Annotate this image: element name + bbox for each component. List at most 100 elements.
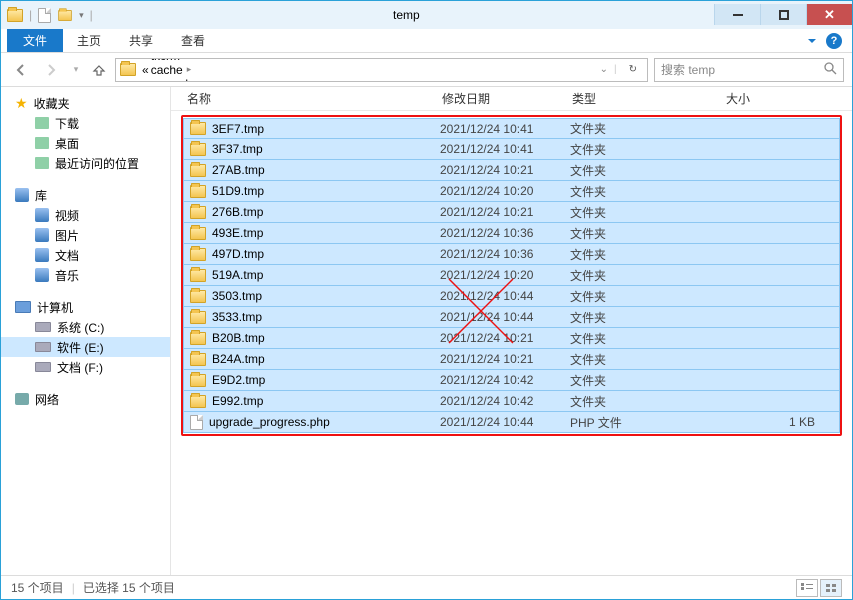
- folder-icon: [190, 332, 206, 345]
- col-name[interactable]: 名称: [187, 90, 442, 107]
- file-row[interactable]: 51D9.tmp2021/12/24 10:20文件夹: [183, 181, 840, 202]
- file-date: 2021/12/24 10:44: [440, 310, 570, 324]
- file-date: 2021/12/24 10:42: [440, 373, 570, 387]
- address-dropdown-icon[interactable]: ⌄: [600, 64, 608, 75]
- view-details-button[interactable]: [796, 579, 818, 597]
- file-date: 2021/12/24 10:41: [440, 142, 570, 156]
- tree-computer[interactable]: 计算机: [1, 297, 170, 317]
- network-icon: [15, 393, 29, 405]
- file-row[interactable]: upgrade_progress.php2021/12/24 10:44PHP …: [183, 412, 840, 433]
- file-row[interactable]: 3F37.tmp2021/12/24 10:41文件夹: [183, 139, 840, 160]
- file-type: 文件夹: [570, 351, 678, 368]
- column-headers[interactable]: 名称 修改日期 类型 大小: [171, 87, 852, 111]
- folder-icon: [190, 290, 206, 303]
- tab-share[interactable]: 共享: [115, 29, 167, 52]
- file-type: 文件夹: [570, 372, 678, 389]
- search-placeholder: 搜索 temp: [661, 61, 715, 78]
- col-date[interactable]: 修改日期: [442, 90, 572, 107]
- maximize-button[interactable]: [760, 4, 806, 25]
- navigation-tree[interactable]: ★收藏夹 下载桌面最近访问的位置 库 视频图片文档音乐 计算机 系统 (C:)软…: [1, 87, 171, 575]
- breadcrumb-segment[interactable]: cache▸: [151, 63, 214, 77]
- tree-item[interactable]: 软件 (E:): [1, 337, 170, 357]
- folder-icon: [190, 122, 206, 135]
- file-type: PHP 文件: [570, 414, 678, 431]
- address-box[interactable]: « WWW▸tkcrm▸cache▸upgrades▸temp▸ ⌄ | ↻: [115, 58, 648, 82]
- nav-back-button[interactable]: [9, 58, 33, 82]
- tree-favorites[interactable]: ★收藏夹: [1, 93, 170, 113]
- tree-item[interactable]: 文档: [1, 245, 170, 265]
- file-type: 文件夹: [570, 162, 678, 179]
- file-type: 文件夹: [570, 330, 678, 347]
- folder-icon: [190, 248, 206, 261]
- help-icon[interactable]: ?: [826, 33, 842, 49]
- file-row[interactable]: B24A.tmp2021/12/24 10:21文件夹: [183, 349, 840, 370]
- window-controls: ✕: [714, 5, 852, 25]
- library-icon: [35, 268, 49, 282]
- refresh-button[interactable]: ↻: [623, 64, 643, 75]
- properties-icon[interactable]: [38, 8, 51, 23]
- file-row[interactable]: 493E.tmp2021/12/24 10:36文件夹: [183, 223, 840, 244]
- file-name: 3EF7.tmp: [212, 122, 264, 136]
- tab-view[interactable]: 查看: [167, 29, 219, 52]
- nav-up-button[interactable]: [89, 60, 109, 80]
- arrow-left-icon: [13, 62, 29, 78]
- file-type: 文件夹: [570, 246, 678, 263]
- file-name: 27AB.tmp: [212, 163, 265, 177]
- file-date: 2021/12/24 10:36: [440, 247, 570, 261]
- tree-item[interactable]: 图片: [1, 225, 170, 245]
- tree-network[interactable]: 网络: [1, 389, 170, 409]
- file-row[interactable]: E992.tmp2021/12/24 10:42文件夹: [183, 391, 840, 412]
- file-row[interactable]: 497D.tmp2021/12/24 10:36文件夹: [183, 244, 840, 265]
- item-count: 15 个项目: [11, 579, 64, 596]
- tree-item[interactable]: 系统 (C:): [1, 317, 170, 337]
- col-size[interactable]: 大小: [680, 90, 780, 107]
- tree-item[interactable]: 音乐: [1, 265, 170, 285]
- file-row[interactable]: 3503.tmp2021/12/24 10:44文件夹: [183, 286, 840, 307]
- library-icon: [35, 228, 49, 242]
- expand-ribbon-icon[interactable]: [808, 39, 816, 43]
- file-name: 51D9.tmp: [212, 184, 264, 198]
- tree-libraries[interactable]: 库: [1, 185, 170, 205]
- library-icon: [35, 208, 49, 222]
- file-size: 1 KB: [678, 415, 839, 429]
- file-date: 2021/12/24 10:20: [440, 184, 570, 198]
- file-row[interactable]: 519A.tmp2021/12/24 10:20文件夹: [183, 265, 840, 286]
- file-row[interactable]: 276B.tmp2021/12/24 10:21文件夹: [183, 202, 840, 223]
- file-row[interactable]: B20B.tmp2021/12/24 10:21文件夹: [183, 328, 840, 349]
- folder-icon: [190, 143, 206, 156]
- close-button[interactable]: ✕: [806, 4, 852, 25]
- search-icon: [823, 61, 837, 78]
- breadcrumb-segment[interactable]: upgrades▸: [151, 77, 214, 82]
- qat-divider: |: [90, 8, 93, 22]
- file-tab[interactable]: 文件: [7, 29, 63, 52]
- file-row[interactable]: E9D2.tmp2021/12/24 10:42文件夹: [183, 370, 840, 391]
- file-name: 519A.tmp: [212, 268, 263, 282]
- file-name: upgrade_progress.php: [209, 415, 330, 429]
- file-row[interactable]: 3533.tmp2021/12/24 10:44文件夹: [183, 307, 840, 328]
- tree-item[interactable]: 视频: [1, 205, 170, 225]
- file-date: 2021/12/24 10:41: [440, 122, 570, 136]
- nav-history-dropdown[interactable]: ▾: [69, 64, 83, 75]
- drive-icon: [35, 362, 51, 372]
- file-list-pane: 名称 修改日期 类型 大小 3EF7.tmp2021/12/24 10:41文件…: [171, 87, 852, 575]
- nav-forward-button[interactable]: [39, 58, 63, 82]
- tab-home[interactable]: 主页: [63, 29, 115, 52]
- file-row[interactable]: 27AB.tmp2021/12/24 10:21文件夹: [183, 160, 840, 181]
- tree-item[interactable]: 下载: [1, 113, 170, 133]
- qat-overflow-icon[interactable]: ▾: [79, 10, 84, 21]
- file-type: 文件夹: [570, 204, 678, 221]
- details-icon: [801, 583, 813, 593]
- view-large-icons-button[interactable]: [820, 579, 842, 597]
- file-icon: [190, 415, 203, 430]
- new-folder-icon[interactable]: [58, 9, 72, 20]
- library-icon: [15, 188, 29, 202]
- minimize-button[interactable]: [714, 4, 760, 25]
- tree-item[interactable]: 文档 (F:): [1, 357, 170, 377]
- tree-item[interactable]: 最近访问的位置: [1, 153, 170, 173]
- search-box[interactable]: 搜索 temp: [654, 58, 844, 82]
- file-name: 3F37.tmp: [212, 142, 263, 156]
- file-row[interactable]: 3EF7.tmp2021/12/24 10:41文件夹: [183, 118, 840, 139]
- col-type[interactable]: 类型: [572, 90, 680, 107]
- tree-item[interactable]: 桌面: [1, 133, 170, 153]
- file-list[interactable]: 3EF7.tmp2021/12/24 10:41文件夹3F37.tmp2021/…: [181, 115, 842, 436]
